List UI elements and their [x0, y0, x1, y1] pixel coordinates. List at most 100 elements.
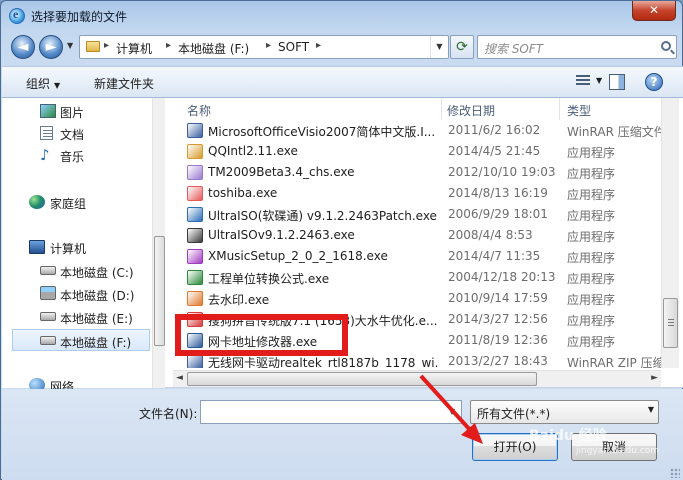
- sidebar-item-music[interactable]: ♪ 音乐: [2, 144, 152, 166]
- sidebar-item-drive-e[interactable]: 本地磁盘 (E:): [2, 306, 152, 328]
- file-type: WinRAR 压缩文件: [567, 125, 661, 139]
- address-bar[interactable]: ▸ 计算机 ▸ 本地磁盘 (F:) ▸ SOFT ▸ ▼: [79, 35, 449, 59]
- sidebar-item-label: 本地磁盘 (C:): [60, 266, 134, 280]
- sidebar-item-pictures[interactable]: 图片: [2, 100, 152, 122]
- chevron-down-icon: ▼: [54, 81, 61, 90]
- refresh-button[interactable]: ⟳: [450, 35, 474, 59]
- file-type: 应用程序: [567, 146, 616, 160]
- chevron-right-icon[interactable]: ▸: [316, 40, 321, 51]
- search-icon[interactable]: [661, 41, 671, 51]
- file-list-vertical-scrollbar[interactable]: [661, 98, 679, 368]
- new-folder-button[interactable]: 新建文件夹: [94, 75, 154, 92]
- file-icon: [187, 123, 203, 138]
- filename-input[interactable]: ▼: [200, 400, 462, 424]
- sidebar-item-label: 文档: [60, 128, 85, 142]
- table-row[interactable]: UltraISO(软碟通) v9.1.2.2463Patch.exe 2006/9…: [173, 204, 661, 225]
- sidebar-item-drive-f[interactable]: 本地磁盘 (F:): [12, 329, 150, 351]
- breadcrumb-computer[interactable]: 计算机: [116, 40, 152, 57]
- breadcrumb-soft[interactable]: SOFT: [278, 40, 309, 54]
- drive-icon: [40, 266, 56, 275]
- scrollbar-thumb[interactable]: [663, 298, 678, 348]
- resize-grip-icon[interactable]: [670, 468, 680, 478]
- change-view-icon[interactable]: [574, 73, 594, 91]
- file-icon: [187, 186, 203, 201]
- scrollbar-thumb[interactable]: [154, 236, 165, 346]
- watermark-logo: Baidu 经验: [529, 428, 607, 444]
- folder-icon: [86, 41, 100, 52]
- title-bar[interactable]: 选择要加载的文件 ✕: [1, 1, 682, 31]
- table-row[interactable]: 去水印.exe 2010/9/14 17:59 应用程序: [173, 288, 661, 309]
- table-row[interactable]: 工程单位转换公式.exe 2004/12/18 20:13 应用程序: [173, 267, 661, 288]
- table-row[interactable]: MicrosoftOfficeVisio2007简体中文版.I... 2011/6…: [173, 120, 661, 141]
- highlight-annotation: [175, 314, 348, 356]
- table-row[interactable]: toshiba.exe 2014/8/13 16:19 应用程序: [173, 183, 661, 204]
- sidebar-item-drive-d[interactable]: 本地磁盘 (D:): [2, 283, 152, 305]
- sidebar-item-drive-c[interactable]: 本地磁盘 (C:): [2, 260, 152, 282]
- file-icon: [187, 249, 203, 264]
- homegroup-icon: [29, 195, 45, 209]
- column-divider[interactable]: [441, 98, 442, 120]
- forward-button[interactable]: ►: [39, 35, 63, 59]
- navigation-bar: ◄ ► ▼ ▸ 计算机 ▸ 本地磁盘 (F:) ▸ SOFT ▸ ▼ ⟳ 搜索 …: [7, 33, 677, 61]
- organize-button[interactable]: 组织 ▼: [26, 75, 60, 92]
- sidebar-item-label: 本地磁盘 (E:): [60, 312, 133, 326]
- sidebar-item-documents[interactable]: 文档: [2, 122, 152, 144]
- music-icon: ♪: [40, 146, 50, 164]
- sidebar-item-homegroup[interactable]: 家庭组: [2, 191, 152, 213]
- file-icon: [187, 165, 203, 180]
- file-icon: [187, 270, 203, 285]
- scroll-left-icon[interactable]: ◄: [176, 373, 183, 383]
- computer-icon: [29, 240, 45, 254]
- file-name: 无线网卡驱动realtek_rtl8187b_1178_wi...: [208, 356, 438, 368]
- recent-pages-dropdown[interactable]: ▼: [67, 41, 77, 53]
- sidebar-item-label: 家庭组: [50, 197, 87, 211]
- command-toolbar: 组织 ▼ 新建文件夹 ▼ ?: [2, 66, 683, 98]
- table-row[interactable]: UltraISOv9.1.2.2463.exe 2008/4/4 8:53 应用程序: [173, 225, 661, 246]
- scrollbar-thumb[interactable]: [187, 372, 537, 386]
- sidebar-item-label: 本地磁盘 (F:): [60, 336, 132, 350]
- search-box[interactable]: 搜索 SOFT: [477, 35, 677, 59]
- chevron-right-icon[interactable]: ▸: [104, 40, 109, 51]
- file-type-select[interactable]: 所有文件(*.*) ▼: [470, 400, 659, 424]
- scroll-right-icon[interactable]: ►: [651, 373, 658, 383]
- address-dropdown[interactable]: ▼: [430, 36, 448, 58]
- column-header-type[interactable]: 类型: [567, 102, 591, 119]
- file-date: 2008/4/4 8:53: [448, 228, 533, 242]
- chevron-right-icon[interactable]: ▸: [166, 40, 171, 51]
- filename-label: 文件名(N):: [139, 407, 198, 421]
- view-dropdown-icon[interactable]: ▼: [596, 76, 602, 85]
- file-name: 去水印.exe: [208, 293, 270, 307]
- file-date: 2014/3/27 12:56: [448, 312, 548, 326]
- help-icon[interactable]: ?: [645, 73, 663, 91]
- column-divider[interactable]: [559, 98, 560, 120]
- drive-windows-icon: [40, 286, 56, 300]
- search-input[interactable]: 搜索 SOFT: [484, 40, 543, 57]
- file-date: 2011/8/19 12:36: [448, 333, 548, 347]
- breadcrumb-drive-f[interactable]: 本地磁盘 (F:): [178, 40, 249, 57]
- file-date: 2004/12/18 20:13: [448, 270, 556, 284]
- file-icon: [187, 228, 203, 243]
- close-button[interactable]: ✕: [632, 1, 676, 21]
- file-open-dialog: 选择要加载的文件 ✕ ◄ ► ▼ ▸ 计算机 ▸ 本地磁盘 (F:) ▸ SOF…: [0, 0, 683, 480]
- sidebar-item-label: 音乐: [60, 150, 85, 164]
- chevron-right-icon[interactable]: ▸: [266, 40, 271, 51]
- column-header-date[interactable]: 修改日期: [447, 102, 495, 119]
- table-row[interactable]: QQIntl2.11.exe 2014/4/5 21:45 应用程序: [173, 141, 661, 162]
- file-name: XMusicSetup_2_0_2_1618.exe: [208, 249, 388, 263]
- file-type: 应用程序: [567, 188, 616, 202]
- grip-icon: [668, 319, 674, 320]
- window-title: 选择要加载的文件: [31, 10, 128, 24]
- file-type: 应用程序: [567, 251, 616, 265]
- table-row[interactable]: TM2009Beta3.4_chs.exe 2012/10/10 19:03 应用程…: [173, 162, 661, 183]
- file-icon: [187, 354, 203, 368]
- table-row[interactable]: XMusicSetup_2_0_2_1618.exe 2014/4/7 11:35…: [173, 246, 661, 267]
- back-button[interactable]: ◄: [11, 35, 35, 59]
- column-header-name[interactable]: 名称: [187, 102, 211, 119]
- chevron-down-icon[interactable]: ▼: [443, 401, 461, 423]
- sidebar-item-label: 本地磁盘 (D:): [60, 289, 135, 303]
- navigation-scrollbar[interactable]: [152, 98, 165, 388]
- sidebar-item-computer[interactable]: 计算机: [2, 236, 152, 258]
- file-type: WinRAR ZIP 压缩文件: [567, 356, 661, 368]
- preview-pane-icon[interactable]: [609, 74, 625, 90]
- file-list-horizontal-scrollbar[interactable]: ◄ ►: [173, 370, 661, 387]
